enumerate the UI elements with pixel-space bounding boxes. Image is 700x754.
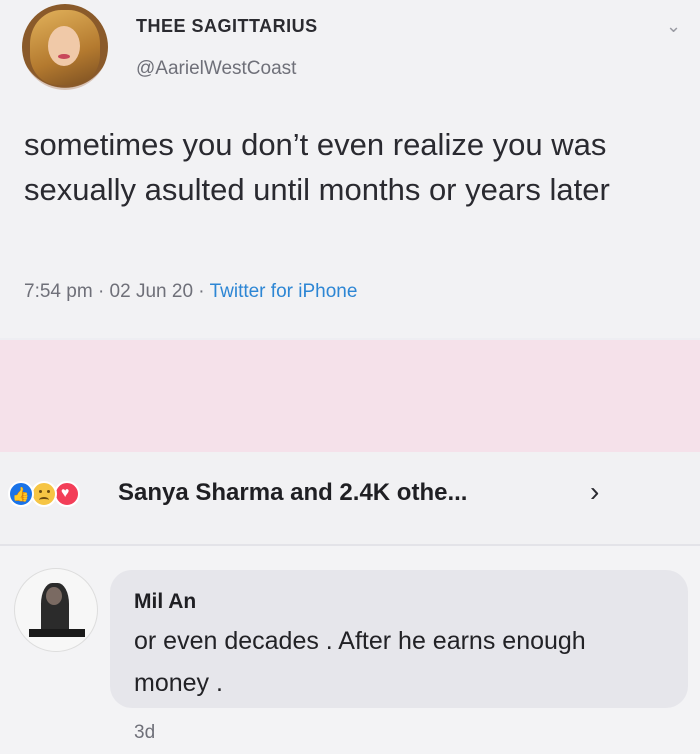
- tweet-date: 02 Jun 20: [109, 281, 194, 302]
- comment-text: or even decades . After he earns enough …: [134, 627, 586, 697]
- tweet-meta: 7:54 pm · 02 Jun 20 · Twitter for iPhone: [24, 281, 357, 303]
- meta-separator: ·: [97, 281, 105, 302]
- meta-separator: ·: [198, 281, 205, 302]
- reactions-summary[interactable]: Sanya Sharma and 2.4K othe...: [118, 479, 467, 507]
- avatar-face: [48, 26, 80, 66]
- avatar-lip: [58, 54, 70, 59]
- avatar-face: [46, 587, 62, 605]
- tweet-source[interactable]: Twitter for iPhone: [210, 281, 358, 302]
- comment-avatar[interactable]: [14, 568, 98, 652]
- tweet-display-name[interactable]: THEE SAGITTARIUS: [136, 16, 318, 37]
- tweet-text: sometimes you don’t even realize you was…: [24, 127, 610, 207]
- chevron-right-icon[interactable]: ›: [590, 476, 599, 508]
- tweet-card: THEE SAGITTARIUS @AarielWestCoast ⌄ some…: [0, 0, 700, 338]
- tweet-time: 7:54 pm: [24, 281, 93, 302]
- tweet-handle[interactable]: @AarielWestCoast: [136, 58, 296, 80]
- love-icon: [54, 481, 80, 507]
- comment-age: 3d: [134, 722, 156, 743]
- tweet-avatar[interactable]: [22, 4, 108, 90]
- chevron-down-icon[interactable]: ⌄: [666, 16, 681, 36]
- pink-band: [0, 340, 700, 452]
- sad-icon: [31, 481, 57, 507]
- avatar-base: [29, 629, 85, 637]
- like-icon: 👍: [8, 481, 34, 507]
- comment-author[interactable]: Mil An: [134, 590, 196, 614]
